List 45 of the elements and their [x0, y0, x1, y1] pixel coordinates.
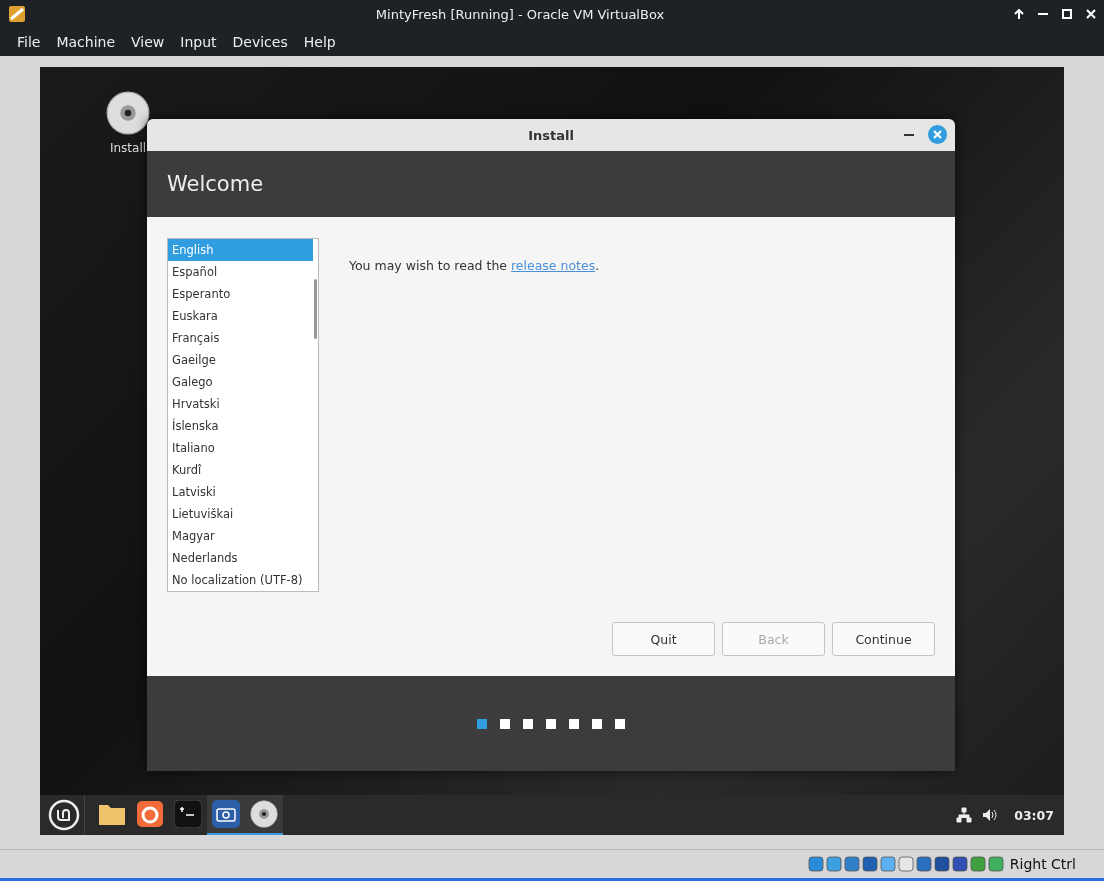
menu-item[interactable]: View: [123, 34, 173, 50]
maximize-icon[interactable]: [1062, 9, 1072, 19]
terminal-icon[interactable]: [174, 800, 202, 828]
camera-icon[interactable]: [212, 800, 240, 828]
folder-icon[interactable]: [98, 802, 126, 826]
language-item[interactable]: Gaeilge: [168, 349, 313, 371]
language-item[interactable]: Español: [168, 261, 313, 283]
dialog-title: Install: [528, 127, 574, 143]
language-item[interactable]: Hrvatski: [168, 393, 313, 415]
host-key-label: Right Ctrl: [1009, 856, 1076, 872]
menu-item[interactable]: File: [9, 34, 49, 50]
language-item[interactable]: Lietuviškai: [168, 503, 313, 525]
disc-icon: [250, 800, 278, 828]
language-item[interactable]: Nederlands: [168, 547, 313, 569]
window-title: MintyFresh [Running] - Oracle VM VirtualBox: [374, 6, 666, 22]
menu-item[interactable]: Input: [172, 34, 225, 50]
language-item[interactable]: Esperanto: [168, 283, 313, 305]
minimize-icon[interactable]: [904, 133, 914, 136]
close-icon[interactable]: [1086, 9, 1096, 19]
language-item[interactable]: Français: [168, 327, 313, 349]
taskbar-app[interactable]: [245, 795, 283, 835]
taskbar-app[interactable]: [207, 795, 245, 835]
language-item[interactable]: Íslenska: [168, 415, 313, 437]
page-heading: Welcome: [167, 172, 264, 196]
arrow-up-icon[interactable]: [1014, 9, 1024, 19]
language-item[interactable]: Magyar: [168, 525, 313, 547]
dialog-button[interactable]: Quit: [612, 622, 715, 656]
menu-item[interactable]: Help: [295, 34, 344, 50]
desktop-icon-label[interactable]: Install: [109, 141, 147, 155]
language-item[interactable]: Galego: [168, 371, 313, 393]
language-item[interactable]: Latviski: [168, 481, 313, 503]
language-item[interactable]: No localization (UTF-8): [168, 569, 313, 591]
clock[interactable]: 03:07: [1014, 807, 1054, 823]
scrollbar-thumb[interactable]: [314, 279, 317, 339]
language-item[interactable]: Kurdî: [168, 459, 313, 481]
menu-logo-icon[interactable]: [48, 799, 80, 831]
menu-item[interactable]: Devices: [224, 34, 296, 50]
app-logo-icon: [8, 5, 26, 23]
volume-icon[interactable]: [982, 808, 999, 822]
language-item[interactable]: Italiano: [168, 437, 313, 459]
browser-icon[interactable]: [137, 801, 163, 827]
dialog-button[interactable]: Continue: [832, 622, 935, 656]
release-notes-message: You may wish to read the release notes.: [349, 258, 600, 275]
menu-item[interactable]: Machine: [48, 34, 124, 50]
language-item[interactable]: Euskara: [168, 305, 313, 327]
